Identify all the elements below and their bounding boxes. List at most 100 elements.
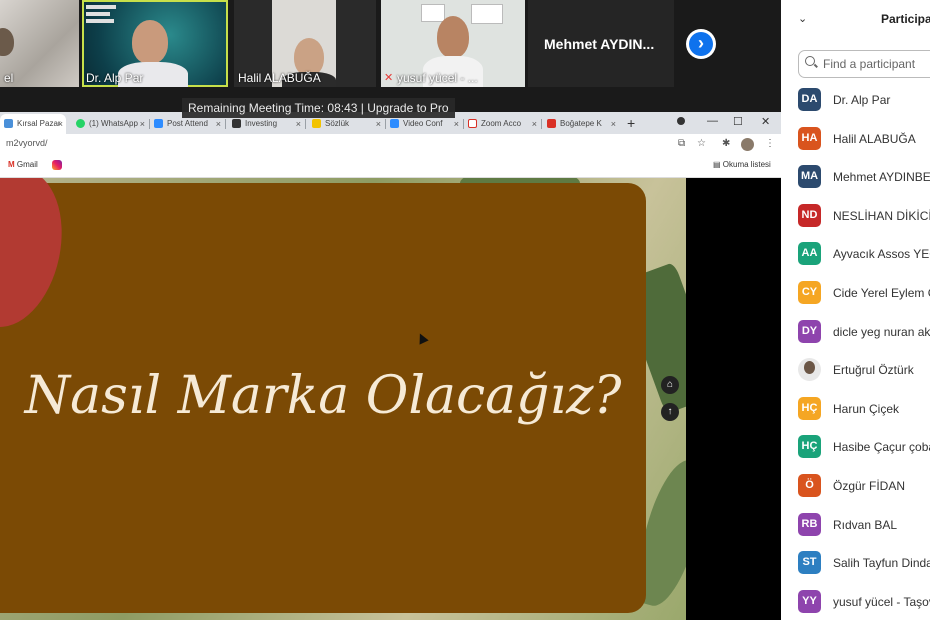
close-window-button[interactable]: ✕ — [761, 115, 770, 128]
participant-row[interactable]: CY Cide Yerel Eylem G — [781, 276, 930, 310]
tab-separator — [225, 119, 226, 129]
tab-whatsapp[interactable]: (1) WhatsApp × — [72, 114, 148, 134]
video-strip: el Dr. Alp Par Halil ALABUĞA yusuf yücel… — [0, 0, 781, 112]
gmail-icon: M — [8, 160, 15, 169]
home-icon[interactable]: ⌂ — [661, 376, 679, 394]
extensions-icon[interactable]: ✱ — [722, 138, 730, 149]
panel-header: ⌄ Participa — [781, 0, 930, 40]
participant-avatar: DY — [798, 319, 821, 343]
tab-favicon-icon — [154, 119, 163, 129]
participant-name: NESLİHAN DİKİCİ/F — [833, 208, 930, 223]
participant-name: Mehmet AYDINBEL — [833, 170, 930, 185]
participant-name: Salih Tayfun Dinda — [833, 556, 930, 571]
tab-label: Boğatepe K — [560, 119, 602, 128]
tab-favicon-icon — [312, 119, 321, 129]
participant-avatar: ST — [798, 551, 821, 575]
tab-close-icon[interactable]: × — [140, 114, 145, 134]
participant-row[interactable]: AA Ayvacık Assos YEG — [781, 237, 930, 271]
participant-row[interactable]: DY dicle yeg nuran ak — [781, 315, 930, 349]
muted-mic-icon: ✕ — [384, 72, 394, 84]
tab-close-icon[interactable]: × — [611, 114, 616, 134]
participants-panel: ⌄ Participa DA Dr. Alp Par HA Halil ALABUĞA… — [781, 0, 930, 620]
next-page-button[interactable]: › — [686, 29, 716, 59]
participant-face — [0, 28, 14, 56]
video-tile-5[interactable]: Mehmet AYDIN... — [528, 0, 674, 87]
participant-row[interactable]: Ö Özgür FİDAN — [781, 469, 930, 503]
participant-row[interactable]: HÇ Hasibe Çaçur çoba — [781, 430, 930, 464]
tab-favicon-icon — [76, 119, 85, 129]
video-tile-name: Halil ALABUĞA — [238, 71, 321, 85]
participant-face — [437, 16, 469, 58]
tab-close-icon[interactable]: × — [532, 114, 537, 134]
participant-row[interactable]: Ertuğrul Öztürk — [781, 353, 930, 387]
video-tile-name: Mehmet AYDIN... — [544, 36, 655, 52]
chevron-down-icon[interactable]: ⌄ — [798, 12, 807, 25]
tab-label: Video Conf — [403, 119, 443, 128]
bookmark-star-icon[interactable]: ☆ — [697, 138, 706, 149]
search-icon — [805, 56, 815, 66]
participant-avatar: HA — [798, 126, 821, 150]
tab-bogatepe[interactable]: Boğatepe K × — [543, 114, 619, 134]
participant-avatar: HÇ — [798, 435, 821, 459]
gmail-icon — [468, 119, 477, 129]
participant-face — [132, 20, 168, 64]
participant-avatar: MA — [798, 165, 821, 189]
participant-name: Harun Çiçek — [833, 401, 900, 416]
reading-list-icon: ▤ — [713, 160, 721, 169]
bookmark-gmail[interactable]: M Gmail — [8, 160, 38, 169]
reading-list-button[interactable]: ▤ Okuma listesi — [713, 160, 771, 169]
participant-row[interactable]: ND NESLİHAN DİKİCİ/F — [781, 199, 930, 233]
participant-row[interactable]: RB Rıdvan BAL — [781, 508, 930, 542]
tab-label: Kırsal Pazar — [17, 119, 61, 128]
tab-kirsal-pazar[interactable]: Kırsal Pazar × — [0, 114, 66, 134]
slide-margin — [686, 178, 781, 620]
participant-avatar: RB — [798, 512, 821, 536]
tab-label: Zoom Acco — [481, 119, 522, 128]
slide-title: Nasıl Marka Olacağız? — [24, 366, 622, 426]
new-tab-button[interactable]: + — [627, 114, 635, 132]
participant-name: Rıdvan BAL — [833, 517, 898, 532]
participant-avatar — [798, 358, 821, 382]
tab-close-icon[interactable]: × — [58, 114, 63, 134]
reading-list-label: Okuma listesi — [722, 160, 771, 169]
participant-avatar: HÇ — [798, 396, 821, 420]
bookmark-label: Gmail — [16, 160, 38, 169]
url-field[interactable]: m2vyorvd/ — [6, 138, 48, 148]
video-tile-2[interactable]: Dr. Alp Par — [82, 0, 228, 87]
profile-avatar[interactable] — [741, 138, 754, 151]
more-menu-icon[interactable]: ⋮ — [765, 138, 775, 149]
tab-search-icon[interactable] — [677, 117, 685, 125]
instagram-icon[interactable] — [52, 160, 62, 170]
participant-row[interactable]: MA Mehmet AYDINBEL — [781, 160, 930, 194]
wall-frame — [471, 4, 503, 24]
tab-favicon-icon — [547, 119, 556, 129]
arrow-up-icon[interactable]: ↑ — [661, 403, 679, 421]
tab-separator — [305, 119, 306, 129]
video-tile-3[interactable]: Halil ALABUĞA — [234, 0, 376, 87]
participant-row[interactable]: HÇ Harun Çiçek — [781, 392, 930, 426]
participant-name: yusuf yücel - Taşov — [833, 594, 930, 609]
participant-name: Dr. Alp Par — [833, 93, 891, 107]
tab-label: Post Attend — [167, 119, 208, 128]
participant-avatar: AA — [798, 242, 821, 266]
tab-favicon-icon — [4, 119, 13, 129]
participant-row[interactable]: YY yusuf yücel - Taşov — [781, 585, 930, 619]
tab-label: (1) WhatsApp — [89, 119, 138, 128]
participant-row[interactable]: ST Salih Tayfun Dinda — [781, 546, 930, 580]
participant-row[interactable]: DA Dr. Alp Par — [781, 83, 930, 117]
minimize-button[interactable]: — — [707, 115, 718, 127]
bookmarks-bar: M Gmail ▤ Okuma listesi — [0, 155, 781, 178]
tab-zoom-account[interactable]: Zoom Acco × — [464, 114, 540, 134]
tab-label: Investing — [245, 119, 278, 128]
participant-row[interactable]: HA Halil ALABUĞA — [781, 122, 930, 156]
maximize-button[interactable]: ☐ — [733, 115, 743, 128]
video-tile-4[interactable]: yusuf yücel - ... ✕ — [381, 0, 525, 87]
address-bar: m2vyorvd/ ⧉ ☆ ✱ ⋮ — [0, 134, 781, 155]
search-input[interactable] — [823, 51, 930, 77]
tab-favicon-icon — [390, 119, 399, 129]
video-tile-1[interactable]: el — [0, 0, 79, 87]
shared-screen-browser: Kırsal Pazar × (1) WhatsApp × Post Attend ×… — [0, 112, 781, 620]
meeting-timer-banner: Remaining Meeting Time: 08:43 | Upgrade … — [182, 98, 455, 118]
participant-avatar: YY — [798, 589, 821, 613]
translate-icon[interactable]: ⧉ — [678, 138, 685, 149]
